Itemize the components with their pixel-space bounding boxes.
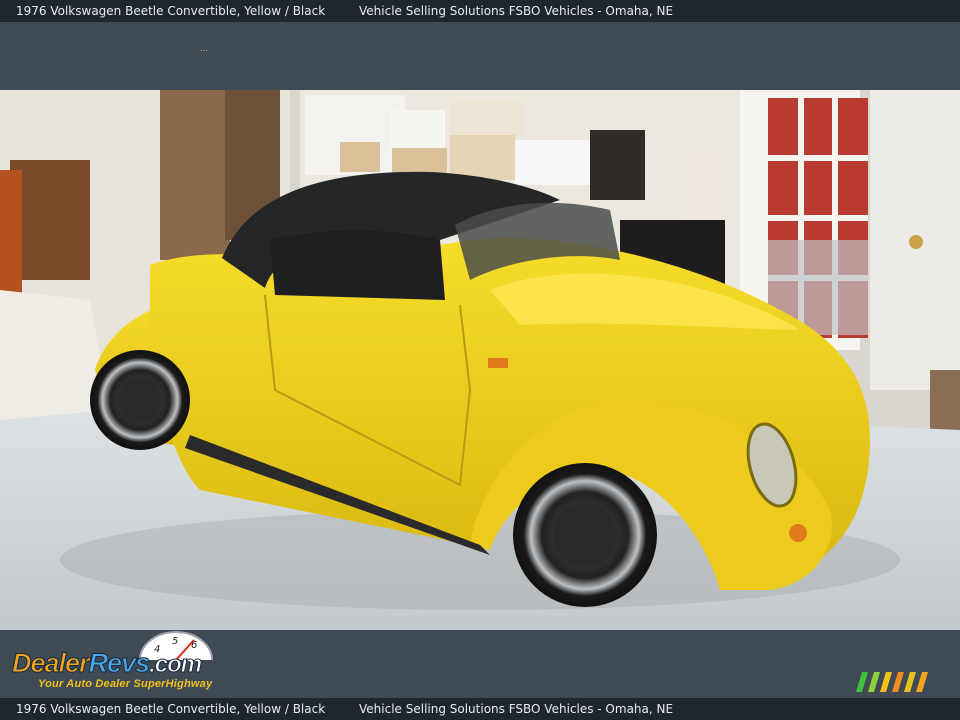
logo-word-dotcom: .com <box>149 651 203 679</box>
dealerrevs-logo[interactable]: 4 5 6 DealerRevs.com Your Auto Dealer Su… <box>12 630 272 696</box>
vehicle-photo[interactable] <box>0 90 960 630</box>
logo-tagline: Your Auto Dealer SuperHighway <box>38 678 213 690</box>
seller-info: Vehicle Selling Solutions FSBO Vehicles … <box>359 4 674 18</box>
vehicle-photo-illustration <box>0 90 960 630</box>
vehicle-title: 1976 Volkswagen Beetle Convertible, Yell… <box>16 4 326 18</box>
stripe <box>868 672 880 692</box>
vehicle-title: 1976 Volkswagen Beetle Convertible, Yell… <box>16 702 326 716</box>
stripe <box>856 672 868 692</box>
stripe <box>880 672 892 692</box>
stripe <box>892 672 904 692</box>
header-dots: ... <box>200 44 208 53</box>
bottom-title-bar: 1976 Volkswagen Beetle Convertible, Yell… <box>0 698 960 720</box>
header-band: ... <box>0 22 960 90</box>
gauge-digit: 5 <box>172 636 178 647</box>
stripe <box>904 672 916 692</box>
logo-word-dealer: Dealer <box>12 648 91 679</box>
top-title-bar: 1976 Volkswagen Beetle Convertible, Yell… <box>0 0 960 22</box>
logo-wordmark: DealerRevs.com <box>12 648 203 679</box>
stripes-logo-icon <box>856 672 928 692</box>
footer-band: 4 5 6 DealerRevs.com Your Auto Dealer Su… <box>0 630 960 698</box>
logo-word-revs: Revs <box>88 648 151 679</box>
stripe <box>916 672 928 692</box>
seller-info: Vehicle Selling Solutions FSBO Vehicles … <box>359 702 674 716</box>
